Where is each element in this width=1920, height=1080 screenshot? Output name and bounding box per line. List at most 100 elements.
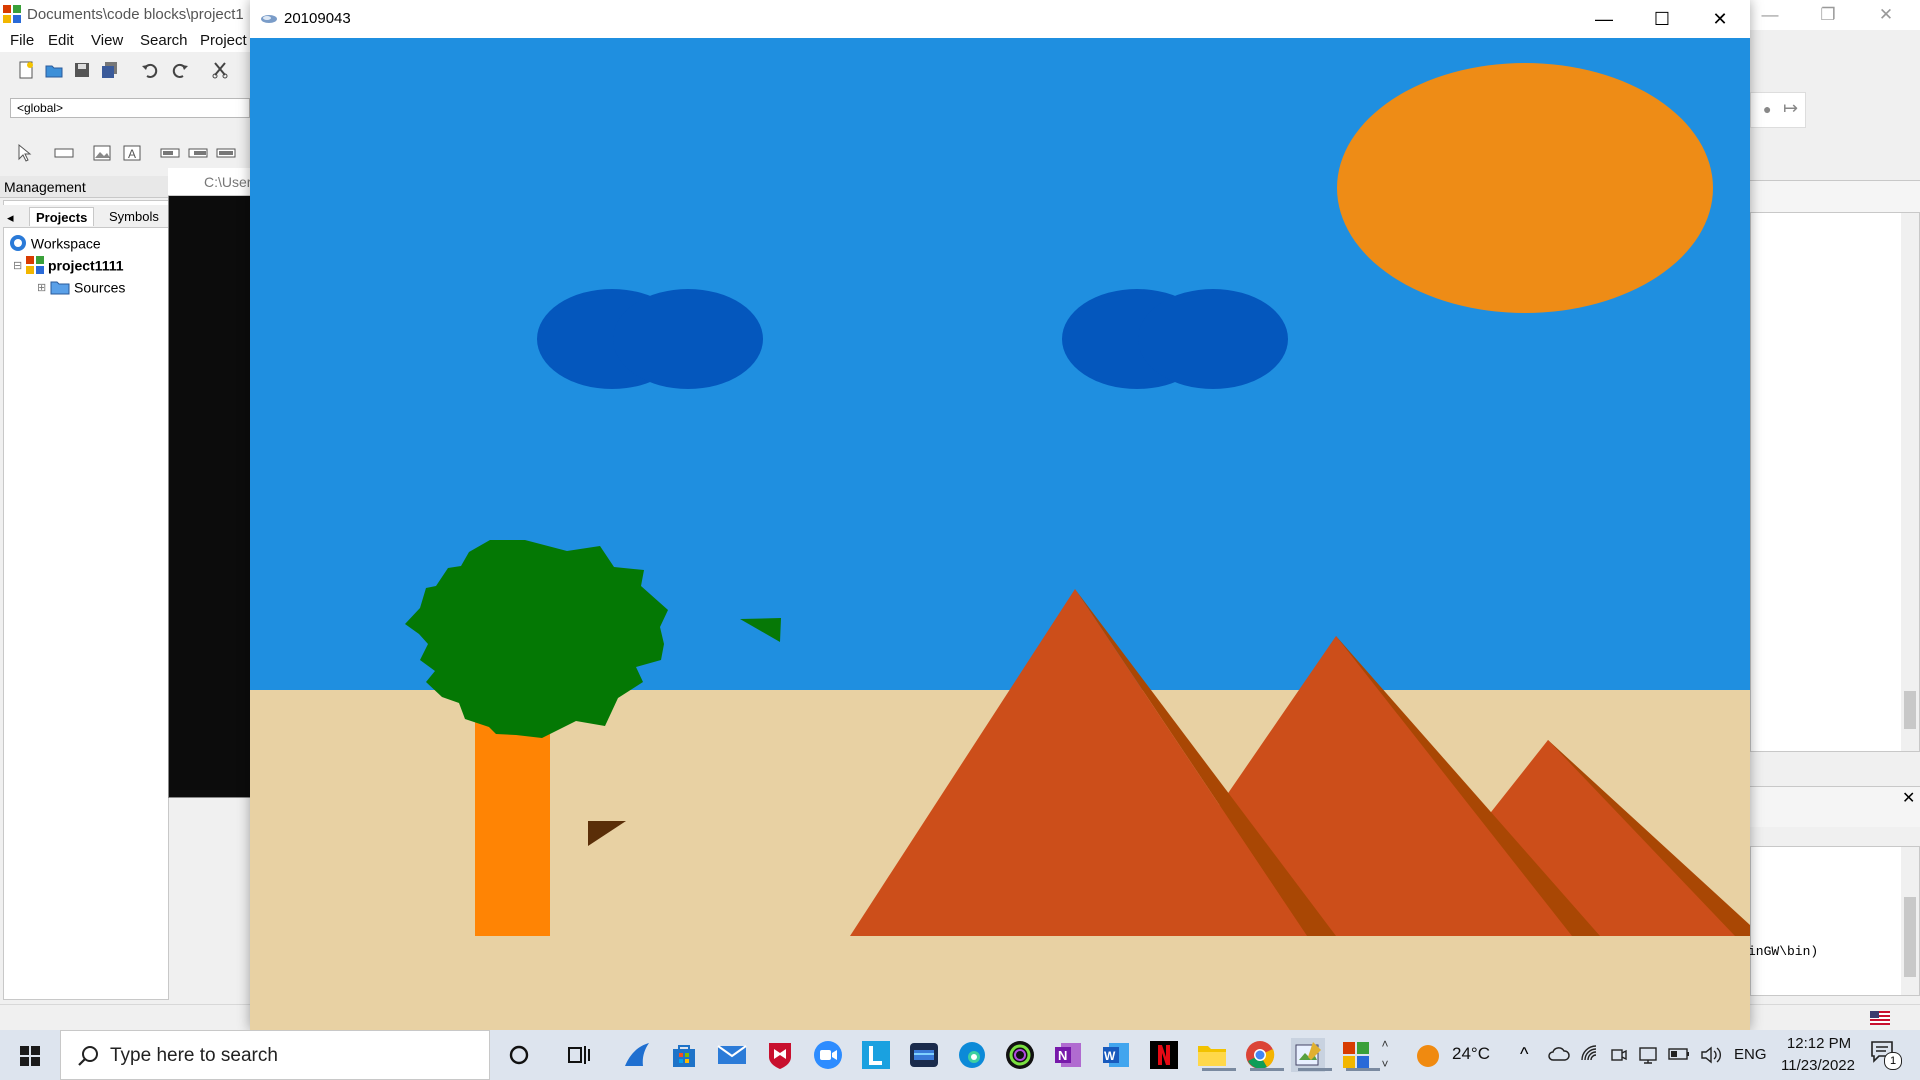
tab-symbols[interactable]: Symbols: [103, 207, 165, 226]
svg-text:N: N: [1058, 1048, 1067, 1063]
file-explorer-icon[interactable]: [1195, 1038, 1236, 1072]
management-panel: [3, 200, 169, 1000]
logs-header: ✕: [1750, 786, 1920, 827]
edge-icon[interactable]: [955, 1038, 989, 1072]
console-title: C:\User: [204, 174, 252, 190]
console-titlebar[interactable]: C:\User: [168, 168, 252, 196]
input-language[interactable]: ENG: [1734, 1046, 1767, 1063]
tree-item-project[interactable]: ⊟ project1111: [13, 256, 124, 276]
tree-item-workspace[interactable]: Workspace: [9, 234, 101, 254]
redo-icon[interactable]: [170, 60, 190, 80]
word-icon[interactable]: W: [1099, 1038, 1133, 1072]
panel3-tool-icon[interactable]: [216, 143, 236, 163]
tab-projects[interactable]: Projects: [29, 207, 95, 226]
menu-file[interactable]: File: [10, 32, 34, 49]
right-panel-scrollbar[interactable]: [1901, 213, 1919, 751]
panel2-tool-icon[interactable]: [188, 143, 208, 163]
undo-icon[interactable]: [140, 60, 160, 80]
collapse-icon[interactable]: ⊟: [13, 260, 22, 272]
menu-view[interactable]: View: [91, 32, 123, 49]
menu-project[interactable]: Project: [200, 32, 247, 49]
running-indicator: [1298, 1068, 1332, 1071]
right-panel: [1750, 212, 1920, 752]
us-flag-icon: [1870, 1011, 1890, 1025]
meeting-icon[interactable]: [1610, 1046, 1628, 1064]
search-icon: [78, 1046, 98, 1066]
clock-date[interactable]: 11/23/2022: [1770, 1056, 1866, 1076]
graphics-window: 20109043 — ☐ ✕: [250, 0, 1750, 1030]
sun-weather-icon: [1417, 1045, 1439, 1067]
drawing-canvas: [250, 38, 1750, 1030]
maximize-button[interactable]: ☐: [1633, 0, 1691, 38]
sun: [1337, 63, 1713, 313]
new-file-icon[interactable]: [16, 60, 36, 80]
cut-icon[interactable]: [210, 60, 230, 80]
minimize-button[interactable]: —: [1575, 0, 1633, 38]
clock-time[interactable]: 12:12 PM: [1778, 1034, 1860, 1054]
breakpoint-icon[interactable]: ●: [1763, 101, 1771, 117]
image-tool-icon[interactable]: [92, 143, 112, 163]
scrollbar-thumb[interactable]: [1904, 691, 1916, 729]
cortana-icon[interactable]: [502, 1038, 536, 1072]
tree-item-sources[interactable]: ⊞ Sources: [37, 278, 125, 298]
codeblocks-icon[interactable]: [1339, 1038, 1380, 1072]
notification-count-badge: 1: [1884, 1052, 1902, 1070]
wifi-icon[interactable]: [1580, 1044, 1600, 1064]
microsoft-store-icon[interactable]: [667, 1038, 701, 1072]
ide-close-button[interactable]: ✕: [1866, 4, 1906, 26]
ide-minimize-button[interactable]: —: [1750, 4, 1790, 26]
console-window[interactable]: [168, 168, 252, 798]
step-into-icon[interactable]: ↦: [1783, 98, 1798, 119]
taskbar-scroll-arrows[interactable]: ˄ ˅: [1378, 1034, 1392, 1076]
cloud-right-part-b: [1138, 289, 1288, 389]
running-indicator: [1346, 1068, 1380, 1071]
menu-edit[interactable]: Edit: [48, 32, 74, 49]
volume-icon[interactable]: [1700, 1045, 1722, 1065]
winbgim-app-icon: [261, 15, 277, 23]
close-button[interactable]: ✕: [1691, 0, 1749, 38]
log-scrollbar[interactable]: [1901, 847, 1919, 995]
scrollbar-thumb[interactable]: [1904, 897, 1916, 977]
notification-center-button[interactable]: 1: [1870, 1040, 1904, 1070]
zoom-icon[interactable]: [811, 1038, 845, 1072]
text-tool-icon[interactable]: A: [122, 143, 142, 163]
app-shark-icon[interactable]: [620, 1038, 654, 1072]
start-button[interactable]: [0, 1030, 60, 1080]
mcafee-icon[interactable]: [763, 1038, 797, 1072]
taskbar-search-box[interactable]: Type here to search: [60, 1030, 490, 1080]
chrome-icon[interactable]: [1243, 1038, 1284, 1072]
panel-tool-icon[interactable]: [160, 143, 180, 163]
app-ring-icon[interactable]: [1003, 1038, 1037, 1072]
tabs-scroll-left-icon[interactable]: ◂: [5, 207, 19, 226]
ide-menubar: File Edit View Search Project: [0, 30, 260, 52]
cloud-left-part-b: [613, 289, 763, 389]
show-hidden-icons-icon[interactable]: ^: [1520, 1044, 1528, 1065]
netflix-icon[interactable]: [1147, 1038, 1181, 1072]
pointer-tool-icon[interactable]: [14, 143, 34, 163]
save-icon[interactable]: [72, 60, 92, 80]
folder-icon: [50, 281, 70, 295]
app-l-icon[interactable]: [859, 1038, 893, 1072]
ide-restore-button[interactable]: ❐: [1808, 4, 1848, 26]
weather-temperature[interactable]: 24°C: [1452, 1044, 1490, 1064]
task-view-icon[interactable]: [562, 1038, 596, 1072]
weather-widget[interactable]: [1416, 1044, 1440, 1071]
network-icon[interactable]: [1638, 1045, 1658, 1065]
global-scope-combo[interactable]: <global>: [10, 98, 250, 118]
windows-logo-icon: [20, 1046, 40, 1066]
save-all-icon[interactable]: [100, 60, 120, 80]
graphics-window-titlebar[interactable]: 20109043 — ☐ ✕: [250, 0, 1750, 38]
onedrive-icon[interactable]: [1548, 1046, 1570, 1062]
mail-icon[interactable]: [715, 1038, 749, 1072]
close-logs-icon[interactable]: ✕: [1902, 788, 1915, 808]
menu-search[interactable]: Search: [140, 32, 188, 49]
onenote-icon[interactable]: N: [1051, 1038, 1085, 1072]
management-header: Management: [0, 176, 170, 198]
open-folder-icon[interactable]: [44, 60, 64, 80]
paint-icon[interactable]: [1291, 1038, 1332, 1072]
workspace-icon: [10, 235, 26, 252]
battery-icon[interactable]: [1668, 1047, 1690, 1061]
rect-tool-icon[interactable]: [54, 143, 74, 163]
app-media-icon[interactable]: [907, 1038, 941, 1072]
expand-icon[interactable]: ⊞: [37, 282, 46, 294]
